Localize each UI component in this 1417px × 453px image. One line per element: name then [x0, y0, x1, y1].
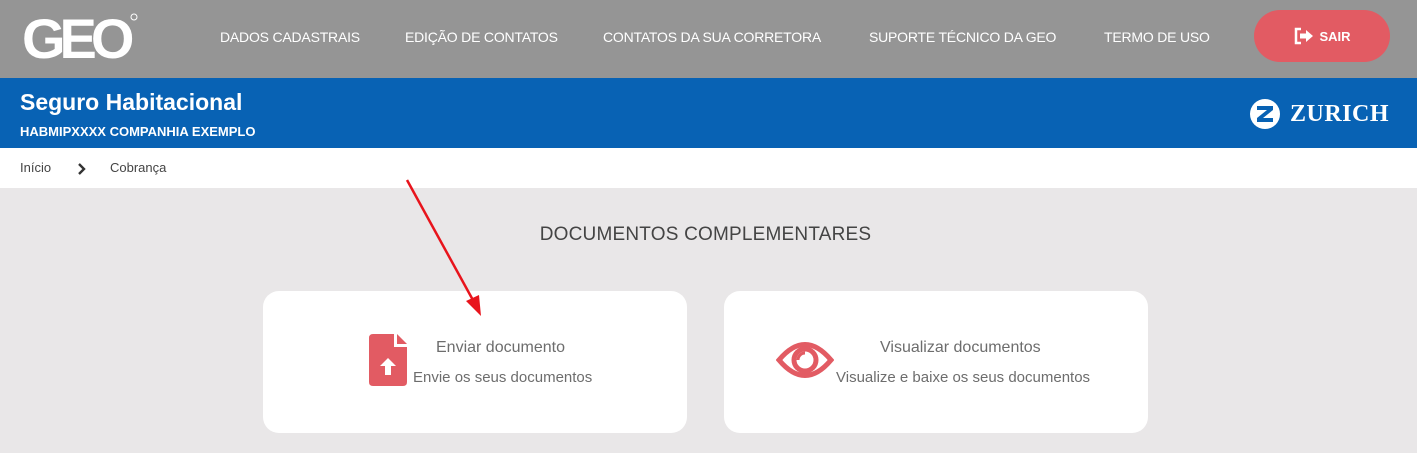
svg-text:GEO: GEO: [22, 12, 133, 64]
upload-document-title: Enviar documento: [436, 339, 565, 356]
nav-dados-cadastrais[interactable]: DADOS CADASTRAIS: [220, 29, 360, 45]
view-documents-description: Visualize e baixe os seus documentos: [836, 369, 1091, 386]
logout-icon: [1295, 27, 1314, 45]
chevron-right-icon: [78, 163, 86, 175]
breadcrumb-inicio[interactable]: Início: [20, 160, 51, 175]
logout-button[interactable]: SAIR: [1254, 10, 1390, 62]
geo-logo: GEO: [22, 12, 139, 64]
eye-icon: [776, 342, 834, 378]
view-documents-card[interactable]: Visualizar documentos Visualize e baixe …: [724, 291, 1148, 433]
section-title: DOCUMENTOS COMPLEMENTARES: [539, 224, 872, 245]
nav-contatos-da-corretora[interactable]: CONTATOS DA SUA CORRETORA: [603, 29, 821, 45]
breadcrumb-cobranca: Cobrança: [110, 160, 167, 175]
nav-edicao-de-contatos[interactable]: EDIÇÃO DE CONTATOS: [405, 29, 558, 45]
zurich-brand: ZURICH: [1249, 98, 1389, 130]
company-name: COMPANHIA EXEMPLO: [109, 124, 256, 139]
nav-suporte-tecnico[interactable]: SUPORTE TÉCNICO DA GEO: [869, 29, 1056, 45]
upload-document-card[interactable]: Enviar documento Envie os seus documento…: [263, 291, 687, 433]
nav-termo-de-uso[interactable]: TERMO DE USO: [1104, 29, 1210, 45]
upload-document-description: Envie os seus documentos: [413, 369, 593, 386]
zurich-logo-icon: [1250, 99, 1280, 129]
view-documents-title: Visualizar documentos: [880, 339, 1041, 356]
product-banner: Seguro Habitacional HABMIPXXXX COMPANHIA…: [0, 78, 1417, 148]
page-title: Seguro Habitacional: [20, 89, 243, 115]
file-upload-icon: [369, 334, 407, 386]
breadcrumb: Início Cobrança: [0, 148, 1417, 188]
brand-name: ZURICH: [1290, 100, 1390, 127]
logout-label: SAIR: [1319, 28, 1351, 44]
policy-code: HABMIPXXXX: [20, 124, 106, 139]
top-navigation-bar: GEO DADOS CADASTRAIS EDIÇÃO DE CONTATOS …: [0, 0, 1417, 78]
policy-subtitle: HABMIPXXXX COMPANHIA EXEMPLO: [20, 124, 256, 139]
